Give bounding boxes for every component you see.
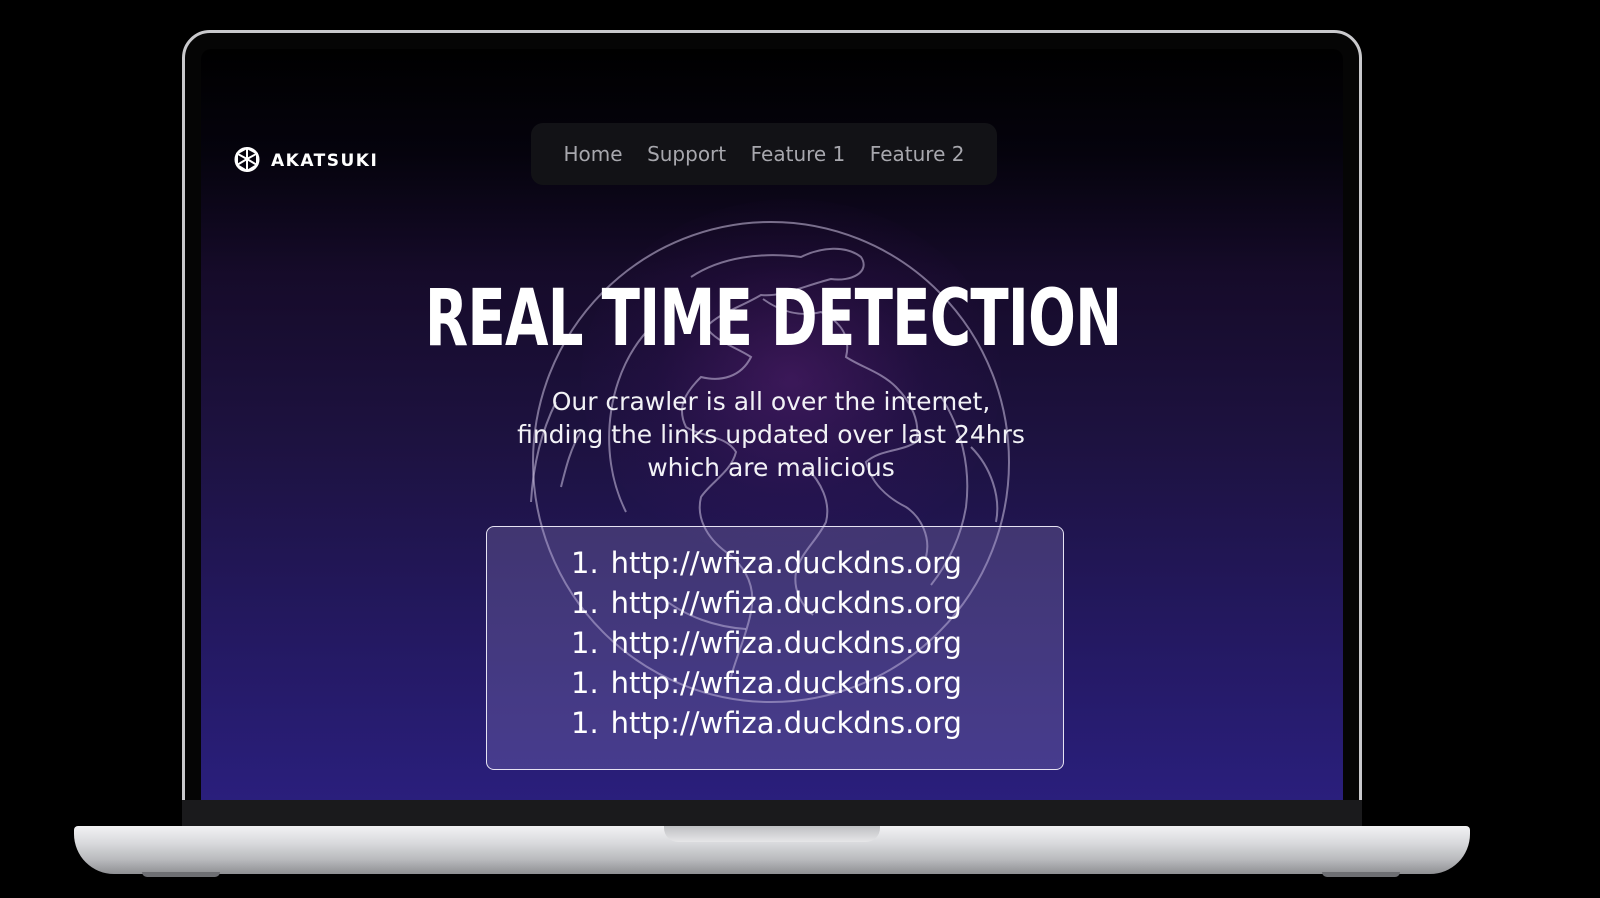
link-url[interactable]: http://wfiza.duckdns.org (611, 666, 962, 700)
list-item-number: 1. (571, 546, 599, 580)
nav-item-home[interactable]: Home (564, 142, 623, 166)
list-item[interactable]: 1. http://wfiza.duckdns.org (571, 543, 962, 583)
background-glow (581, 199, 1001, 559)
link-url[interactable]: http://wfiza.duckdns.org (611, 706, 962, 740)
page-title: REAL TIME DETECTION (424, 274, 1122, 364)
laptop-mockup: AKATSUKI Home Support Feature 1 Feature … (0, 0, 1600, 898)
laptop-lid-notch (664, 826, 880, 842)
openai-knot-icon (234, 147, 260, 172)
nav-item-feature-2[interactable]: Feature 2 (870, 142, 965, 166)
top-nav: Home Support Feature 1 Feature 2 (531, 123, 997, 185)
list-item-number: 1. (571, 706, 599, 740)
hero-subtitle: Our crawler is all over the internet, fi… (441, 385, 1101, 484)
browser-viewport: AKATSUKI Home Support Feature 1 Feature … (201, 49, 1343, 804)
list-item[interactable]: 1. http://wfiza.duckdns.org (571, 623, 962, 663)
link-url[interactable]: http://wfiza.duckdns.org (611, 586, 962, 620)
laptop-lid: AKATSUKI Home Support Feature 1 Feature … (182, 30, 1362, 830)
hero-subtitle-line: finding the links updated over last 24hr… (517, 420, 1025, 449)
list-item-number: 1. (571, 586, 599, 620)
link-url[interactable]: http://wfiza.duckdns.org (611, 626, 962, 660)
hero-subtitle-line: Our crawler is all over the internet, (551, 387, 991, 416)
brand-logo[interactable]: AKATSUKI (231, 145, 378, 177)
brand-name: AKATSUKI (271, 151, 379, 171)
nav-item-feature-1[interactable]: Feature 1 (751, 142, 846, 166)
link-url[interactable]: http://wfiza.duckdns.org (611, 546, 962, 580)
nav-item-support[interactable]: Support (647, 142, 726, 166)
laptop-foot (1322, 872, 1400, 877)
list-item[interactable]: 1. http://wfiza.duckdns.org (571, 703, 962, 743)
hero-subtitle-line: which are malicious (647, 453, 895, 482)
list-item[interactable]: 1. http://wfiza.duckdns.org (571, 583, 962, 623)
list-item[interactable]: 1. http://wfiza.duckdns.org (571, 663, 962, 703)
malicious-links-panel: 1. http://wfiza.duckdns.org 1. http://wfiz… (486, 526, 1064, 770)
list-item-number: 1. (571, 626, 599, 660)
list-item-number: 1. (571, 666, 599, 700)
malicious-links-list: 1. http://wfiza.duckdns.org 1. http://wfiz… (571, 543, 962, 743)
laptop-foot (142, 872, 220, 877)
